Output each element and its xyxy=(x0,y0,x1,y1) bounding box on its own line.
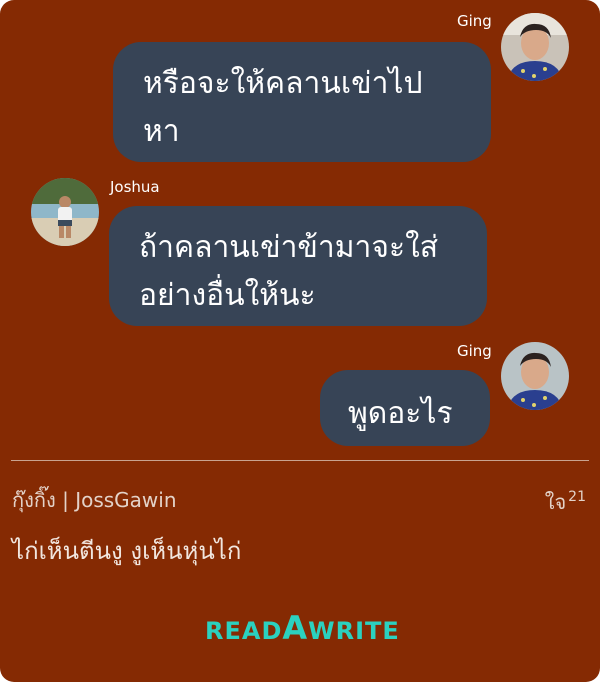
comment-text: ไก่เห็นตีนงู งูเห็นหุ่นไก่ xyxy=(12,537,242,565)
avatar-image xyxy=(31,178,99,246)
message-line: ถ้าคลานเข่าข้ามาจะใส่ xyxy=(139,230,439,265)
message-line: หรือจะให้คลานเข่าไป xyxy=(143,66,423,101)
avatar-image xyxy=(501,13,569,81)
logo-part: A xyxy=(282,609,309,647)
message-bubble-ging-1: หรือจะให้คลานเข่าไป หา xyxy=(113,42,491,162)
logo-part: WRITE xyxy=(308,617,400,645)
sender-name-ging: Ging xyxy=(457,12,492,30)
message-bubble-joshua: ถ้าคลานเข่าข้ามาจะใส่ อย่างอื่นให้นะ xyxy=(109,206,487,326)
ging-avatar-icon[interactable] xyxy=(501,342,569,410)
chat-card: Ging หรือจะให้คลานเข่าไป หา Joshua ถ้าคล… xyxy=(0,0,600,682)
sender-name-joshua: Joshua xyxy=(110,178,160,196)
message-line: พูดอะไร xyxy=(348,396,453,431)
likes-label: ใจ xyxy=(544,490,567,514)
message-line: อย่างอื่นให้นะ xyxy=(139,278,316,313)
avatar-image xyxy=(501,342,569,410)
message-line: หา xyxy=(143,114,180,149)
author-credit[interactable]: กุ๊งกิ๊ง | JossGawin xyxy=(12,487,177,513)
divider xyxy=(11,460,589,461)
likes-counter[interactable]: ใจ 21 xyxy=(545,484,586,515)
joshua-avatar-icon[interactable] xyxy=(31,178,99,246)
readawrite-logo[interactable]: READAWRITE xyxy=(205,609,399,647)
likes-count: 21 xyxy=(568,489,586,505)
logo-part: READ xyxy=(205,617,283,645)
message-bubble-ging-2: พูดอะไร xyxy=(320,370,490,446)
ging-avatar-icon[interactable] xyxy=(501,13,569,81)
sender-name-ging: Ging xyxy=(457,342,492,360)
